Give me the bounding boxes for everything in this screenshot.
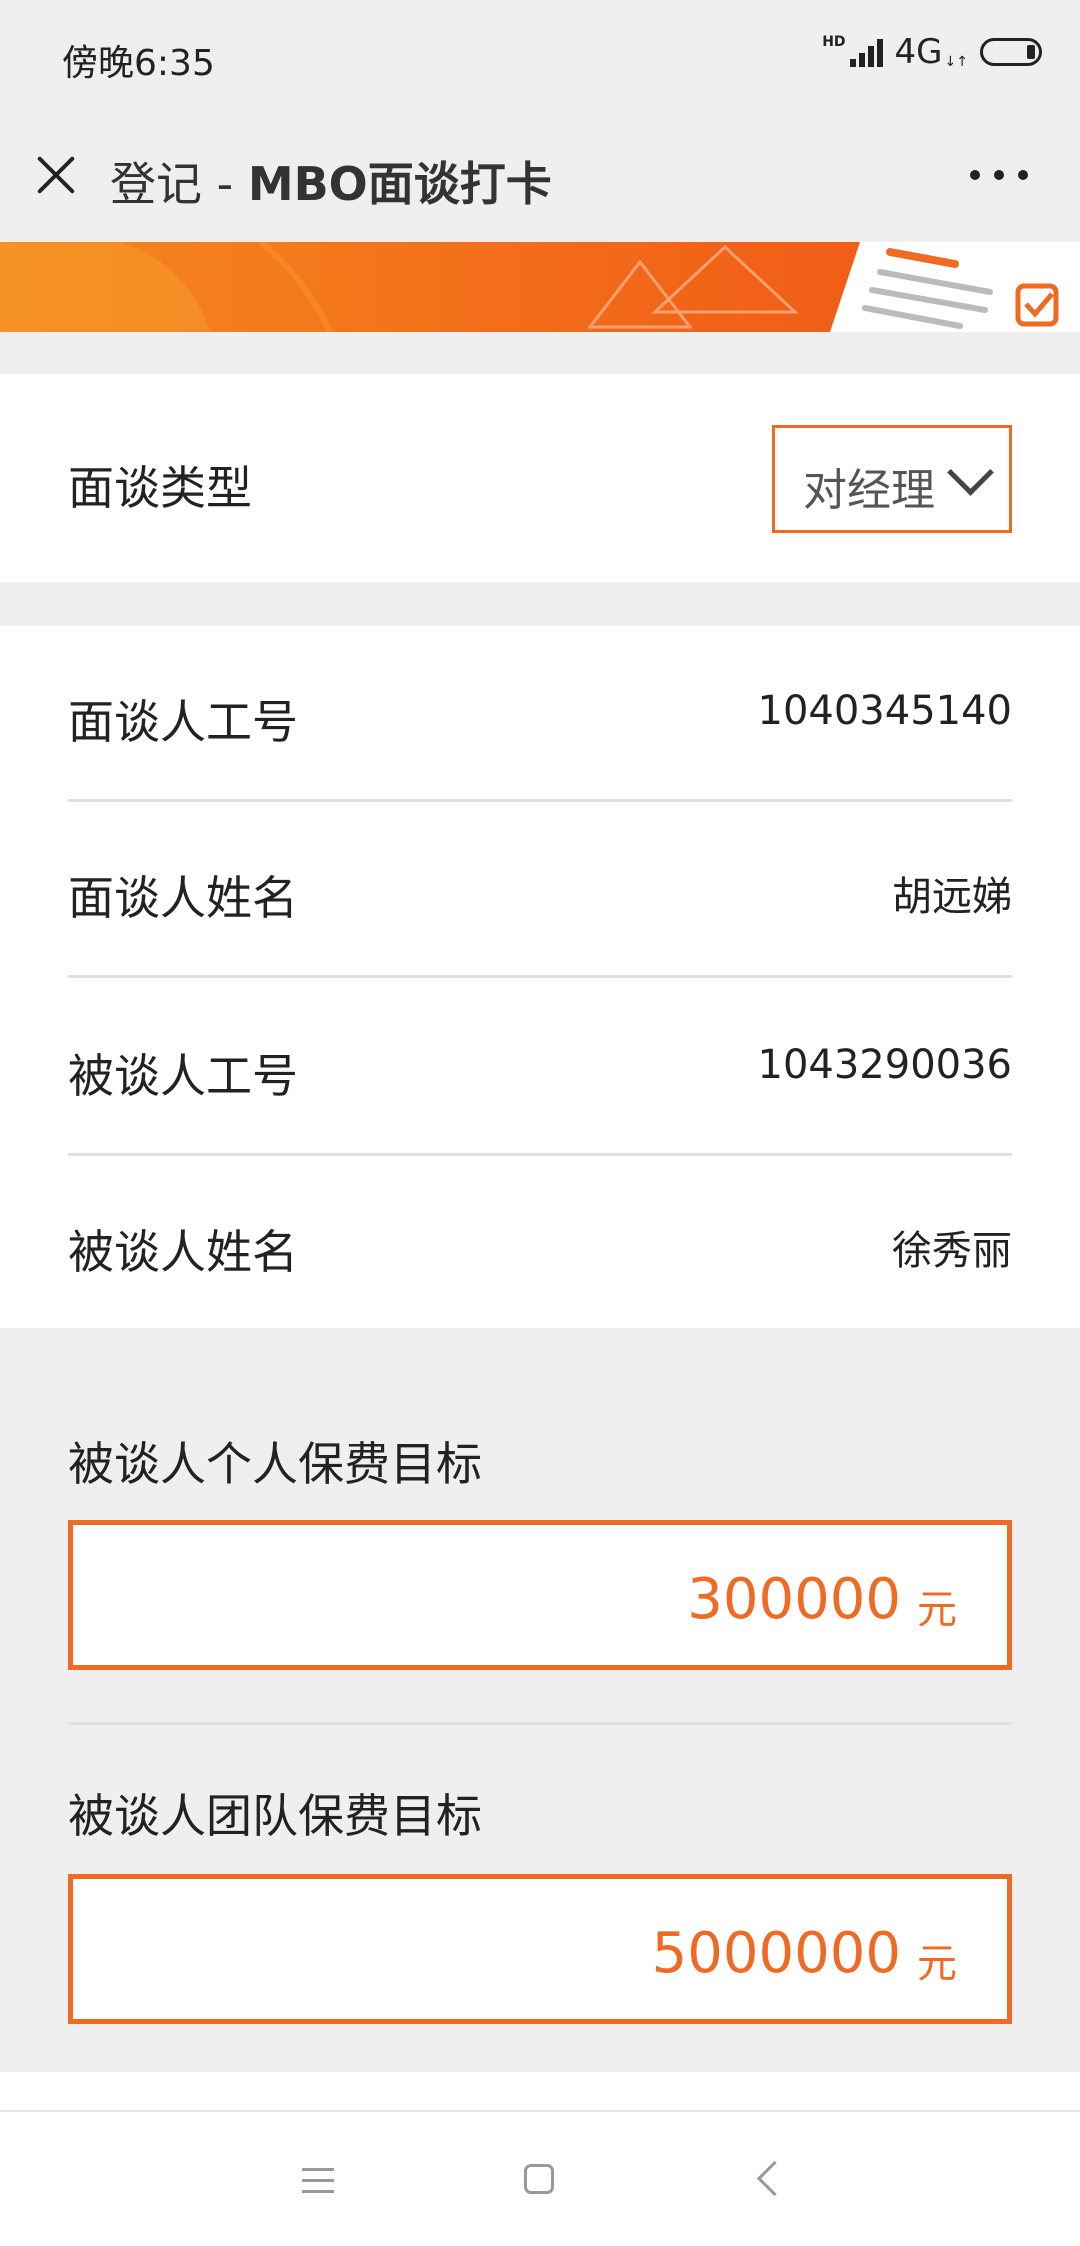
close-icon[interactable] — [30, 148, 80, 198]
more-icon[interactable] — [970, 170, 1028, 180]
hd-icon: HD — [822, 34, 846, 50]
interviewee-id-value: 1043290036 — [757, 1042, 1013, 1088]
page-title-prefix: 登记 - — [110, 157, 248, 211]
back-icon[interactable] — [756, 2160, 793, 2197]
signal-icon — [849, 37, 883, 67]
divider — [68, 975, 1012, 978]
chevron-down-icon — [947, 449, 994, 496]
personal-goal-value: 300000 — [687, 1567, 901, 1632]
home-icon[interactable] — [524, 2164, 554, 2194]
battery-icon — [980, 38, 1042, 66]
team-goal-label: 被谈人团队保费目标 — [68, 1789, 482, 1843]
system-nav-bar — [0, 2110, 1080, 2246]
interview-type-label: 面谈类型 — [68, 461, 252, 515]
interviewer-id-value: 1040345140 — [757, 688, 1013, 734]
banner-decoration — [0, 242, 1080, 332]
network-arrows-icon: ↓↑ — [944, 54, 968, 70]
network-type: 4G — [894, 32, 943, 72]
page-title: 登记 - MBO面谈打卡 — [110, 148, 552, 214]
status-icons: HD 4G ↓↑ — [822, 32, 1042, 72]
personal-goal-unit: 元 — [917, 1587, 957, 1633]
divider — [68, 1722, 1012, 1725]
interview-type-value: 对经理 — [803, 465, 935, 516]
page-title-main: MBO面谈打卡 — [247, 157, 552, 211]
interviewee-name-value: 徐秀丽 — [892, 1228, 1012, 1274]
interviewee-name-label: 被谈人姓名 — [68, 1225, 298, 1279]
banner-image — [0, 242, 1080, 332]
personal-goal-label: 被谈人个人保费目标 — [68, 1437, 482, 1491]
nav-bar: 登记 - MBO面谈打卡 — [0, 118, 1080, 242]
next-section-card — [0, 2072, 1080, 2112]
interviewer-name-label: 面谈人姓名 — [68, 871, 298, 925]
team-goal-value: 5000000 — [651, 1921, 901, 1986]
interviewer-id-label: 面谈人工号 — [68, 695, 298, 749]
team-goal-unit: 元 — [917, 1941, 957, 1987]
personal-goal-input[interactable]: 300000 元 — [68, 1520, 1012, 1670]
status-bar: 傍晚6:35 HD 4G ↓↑ — [0, 0, 1080, 118]
menu-icon[interactable] — [302, 2168, 334, 2194]
team-goal-input[interactable]: 5000000 元 — [68, 1874, 1012, 2024]
interviewer-name-value: 胡远娣 — [892, 874, 1012, 920]
divider — [68, 799, 1012, 802]
interview-type-select[interactable]: 对经理 — [772, 425, 1012, 533]
interviewee-id-label: 被谈人工号 — [68, 1049, 298, 1103]
status-time: 傍晚6:35 — [62, 43, 215, 84]
divider — [68, 1153, 1012, 1156]
